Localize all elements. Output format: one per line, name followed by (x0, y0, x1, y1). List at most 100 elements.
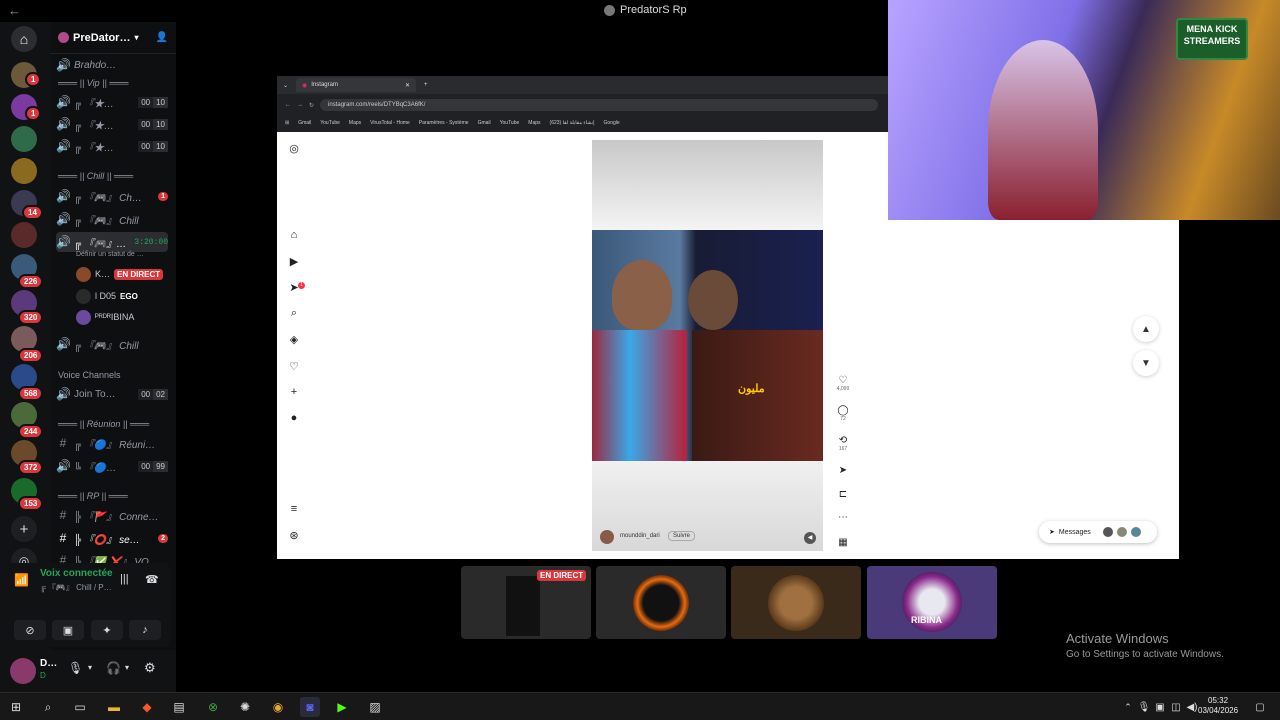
forward-icon[interactable]: → (297, 102, 303, 108)
avatar[interactable] (10, 658, 36, 684)
stream-tile[interactable] (596, 566, 726, 639)
bookmark[interactable]: Gmail (478, 120, 491, 126)
channel-rp-2[interactable]: # ╠ 『⭕』 se… 2 (56, 528, 168, 548)
bookmark[interactable]: Gmail (298, 120, 311, 126)
threads-icon[interactable]: ⊛ (287, 529, 301, 542)
save-action[interactable]: ⊏ (835, 489, 851, 500)
reload-icon[interactable]: ↻ (309, 102, 314, 109)
activities-icon[interactable]: ✦ (91, 620, 123, 640)
stream-tile[interactable]: EN DIRECT (461, 566, 591, 639)
channel-join[interactable]: 🔊 Join To… 00 02 (56, 384, 168, 404)
avatar[interactable] (600, 530, 614, 544)
messages-button[interactable]: ➤ Messages (1039, 521, 1157, 543)
browser-tab[interactable]: ◉ Instagram ✕ (296, 78, 417, 92)
channel-reunion-2[interactable]: 🔊 ╚ 『🔵… 00 99 (56, 456, 168, 476)
notification-icon[interactable]: ▢ (1250, 697, 1270, 717)
home-icon[interactable]: ⌂ (287, 229, 301, 241)
stream-tile[interactable]: RIBINA (867, 566, 997, 639)
profile-icon[interactable]: ● (287, 412, 301, 424)
server-header[interactable]: PreDator… ▾ 👤 (50, 22, 176, 54)
chevron-down-icon[interactable]: ▾ (125, 663, 129, 672)
screen-share-icon[interactable]: ▣ (52, 620, 84, 640)
xbox-icon[interactable]: ⊗ (203, 697, 223, 717)
start-icon[interactable]: ⊞ (6, 697, 26, 717)
bookmark[interactable]: إنشاء مقابلة لقا (623) (550, 120, 595, 126)
back-icon[interactable]: ← (285, 102, 291, 108)
category-reunion[interactable]: ═══ || Réunion || ═══ (58, 419, 149, 429)
audio-thumb[interactable]: ▦ (835, 537, 851, 548)
mute-icon[interactable]: ◀ (804, 532, 816, 544)
bookmark[interactable]: Maps (349, 120, 361, 126)
server-icon[interactable] (11, 126, 37, 152)
kick-icon[interactable]: ▶ (332, 697, 352, 717)
previous-reel-button[interactable]: ▲ (1133, 316, 1159, 342)
menu-icon[interactable]: ≡ (287, 503, 301, 515)
channel-vip-3[interactable]: 🔊 ╔ 『★… 00 10 (56, 136, 168, 156)
send-action[interactable]: ➤ (835, 465, 851, 476)
heart-icon[interactable]: ♡ (287, 360, 301, 373)
category-voice[interactable]: Voice Channels (58, 370, 121, 380)
bookmark[interactable]: YouTube (320, 120, 340, 126)
voice-member[interactable]: l D05 EGO (76, 287, 170, 305)
search-icon[interactable]: ⌕ (38, 697, 58, 717)
settings-gear-icon[interactable]: ⚙ (144, 660, 156, 676)
stream-tile[interactable] (731, 566, 861, 639)
brave-icon[interactable]: ◆ (137, 697, 157, 717)
channel-vip-1[interactable]: 🔊 ╔ 『★… 00 10 (56, 92, 168, 112)
store-icon[interactable]: ▤ (169, 697, 189, 717)
search-icon[interactable]: ⌕ (287, 307, 301, 320)
close-icon[interactable]: ✕ (405, 82, 410, 89)
noise-suppression-icon[interactable]: ||| (120, 573, 129, 585)
channel-rp-1[interactable]: # ╠ 『🚩』 Conne… (56, 505, 168, 525)
soundboard-icon[interactable]: ♪ (129, 620, 161, 640)
bookmark[interactable]: Maps (528, 120, 540, 126)
microphone-icon[interactable]: 🎙 (68, 661, 83, 675)
next-reel-button[interactable]: ▼ (1133, 350, 1159, 376)
add-server-icon[interactable]: + (11, 516, 37, 542)
status-hint[interactable]: Définir un statut de … (76, 251, 144, 258)
camera-off-icon[interactable]: ⊘ (14, 620, 46, 640)
apps-icon[interactable]: ⊞ (285, 120, 289, 126)
chrome-icon[interactable]: ◉ (268, 697, 288, 717)
bookmark[interactable]: VirusTotal - Home (370, 120, 410, 126)
voice-member[interactable]: ᴾᴿᴰᴿIBINA (76, 308, 170, 326)
add-user-icon[interactable]: 👤 (156, 32, 168, 43)
channel-active[interactable]: 🔊 ╔ 『🎮』… 3:20:00 (56, 232, 168, 252)
channel-item[interactable]: 🔊 Brahdo… (56, 55, 168, 75)
category-vip[interactable]: ═══ || Vip || ═══ (58, 78, 128, 88)
chevron-down-icon[interactable]: ▾ (88, 663, 92, 672)
voice-member[interactable]: K… EN DIRECT (76, 265, 170, 283)
channel-chill-2[interactable]: 🔊 ╔ 『🎮』 Chill (56, 209, 168, 229)
server-icon[interactable] (11, 158, 37, 184)
openai-icon[interactable]: ✺ (235, 697, 255, 717)
reel-video[interactable]: مليون (592, 230, 823, 461)
disconnect-icon[interactable]: ☎ (145, 573, 159, 586)
reels-icon[interactable]: ▶ (287, 255, 301, 268)
comment-action[interactable]: ◯ 72 (835, 405, 851, 422)
task-view-icon[interactable]: ▭ (70, 697, 90, 717)
instagram-logo-icon[interactable]: ◎ (287, 142, 301, 155)
server-icon[interactable] (11, 222, 37, 248)
channel-vip-2[interactable]: 🔊 ╔ 『★… 00 10 (56, 114, 168, 134)
follow-button[interactable]: Suivre (668, 531, 696, 541)
create-icon[interactable]: + (287, 386, 301, 398)
channel-chill-1[interactable]: 🔊 ╔ 『🎮』 Ch… 1 (56, 186, 168, 206)
file-explorer-icon[interactable]: ▬ (104, 697, 124, 717)
reel-author[interactable]: mounddin_dari (620, 533, 660, 539)
address-bar[interactable]: instagram.com/reels/DTYBqC3A6fK/ (320, 99, 878, 111)
clock[interactable]: 05:32 03/04/2026 (1198, 696, 1238, 716)
more-action[interactable]: ⋯ (835, 512, 851, 523)
app-icon[interactable]: ▨ (365, 697, 385, 717)
voice-channel-link[interactable]: ╔ 『🎮』 Chill / P… (40, 582, 112, 593)
explore-icon[interactable]: ◈ (287, 333, 301, 346)
category-rp[interactable]: ═══ || RP || ═══ (58, 491, 128, 501)
bookmark[interactable]: Paramètres - Système (419, 120, 469, 126)
tab-search-icon[interactable]: ⌄ (283, 82, 288, 89)
like-action[interactable]: ♡ 4,099 (835, 375, 851, 392)
headphones-icon[interactable]: 🎧 (106, 661, 121, 675)
channel-chill-3[interactable]: 🔊 ╔ 『🎮』 Chill (56, 334, 168, 354)
channel-reunion-1[interactable]: # ╔ 『🔵』 Réuni… (56, 433, 168, 453)
share-action[interactable]: ⟲ 167 (835, 435, 851, 452)
category-chill[interactable]: ═══ || Chill || ═══ (58, 171, 133, 181)
new-tab-icon[interactable]: + (424, 82, 428, 88)
